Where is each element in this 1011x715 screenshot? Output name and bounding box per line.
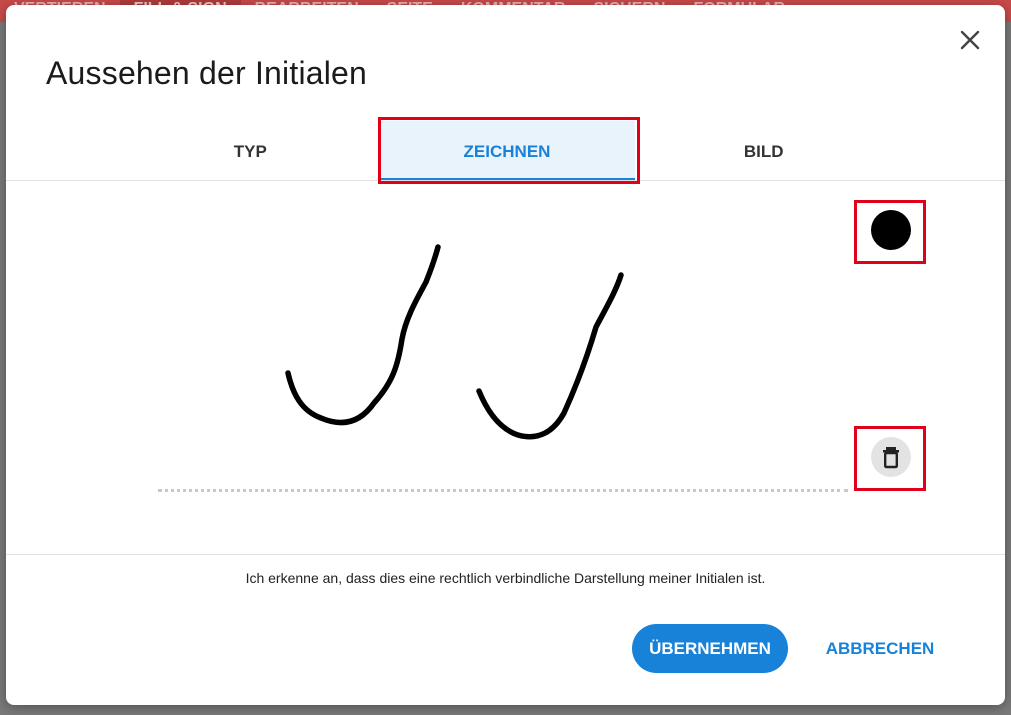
highlight-box-color <box>854 200 926 264</box>
signature-baseline <box>158 489 848 492</box>
close-icon <box>960 30 980 50</box>
cancel-button[interactable]: ABBRECHEN <box>820 624 940 673</box>
highlight-box-clear <box>854 426 926 491</box>
dialog-title: Aussehen der Initialen <box>46 55 368 91</box>
tab-bild[interactable]: BILD <box>635 121 892 183</box>
close-button[interactable] <box>956 26 984 54</box>
apply-button[interactable]: ÜBERNEHMEN <box>632 624 788 673</box>
legal-notice: Ich erkenne an, dass dies eine rechtlich… <box>245 570 766 586</box>
footer-divider <box>6 554 1005 555</box>
drawing-canvas[interactable] <box>146 205 846 535</box>
initials-dialog: Aussehen der Initialen TYP ZEICHNEN BILD… <box>6 5 1005 705</box>
ink-stroke <box>476 272 624 440</box>
tab-typ[interactable]: TYP <box>122 121 379 183</box>
ink-stroke <box>285 244 441 426</box>
highlight-box-tab <box>378 117 640 184</box>
